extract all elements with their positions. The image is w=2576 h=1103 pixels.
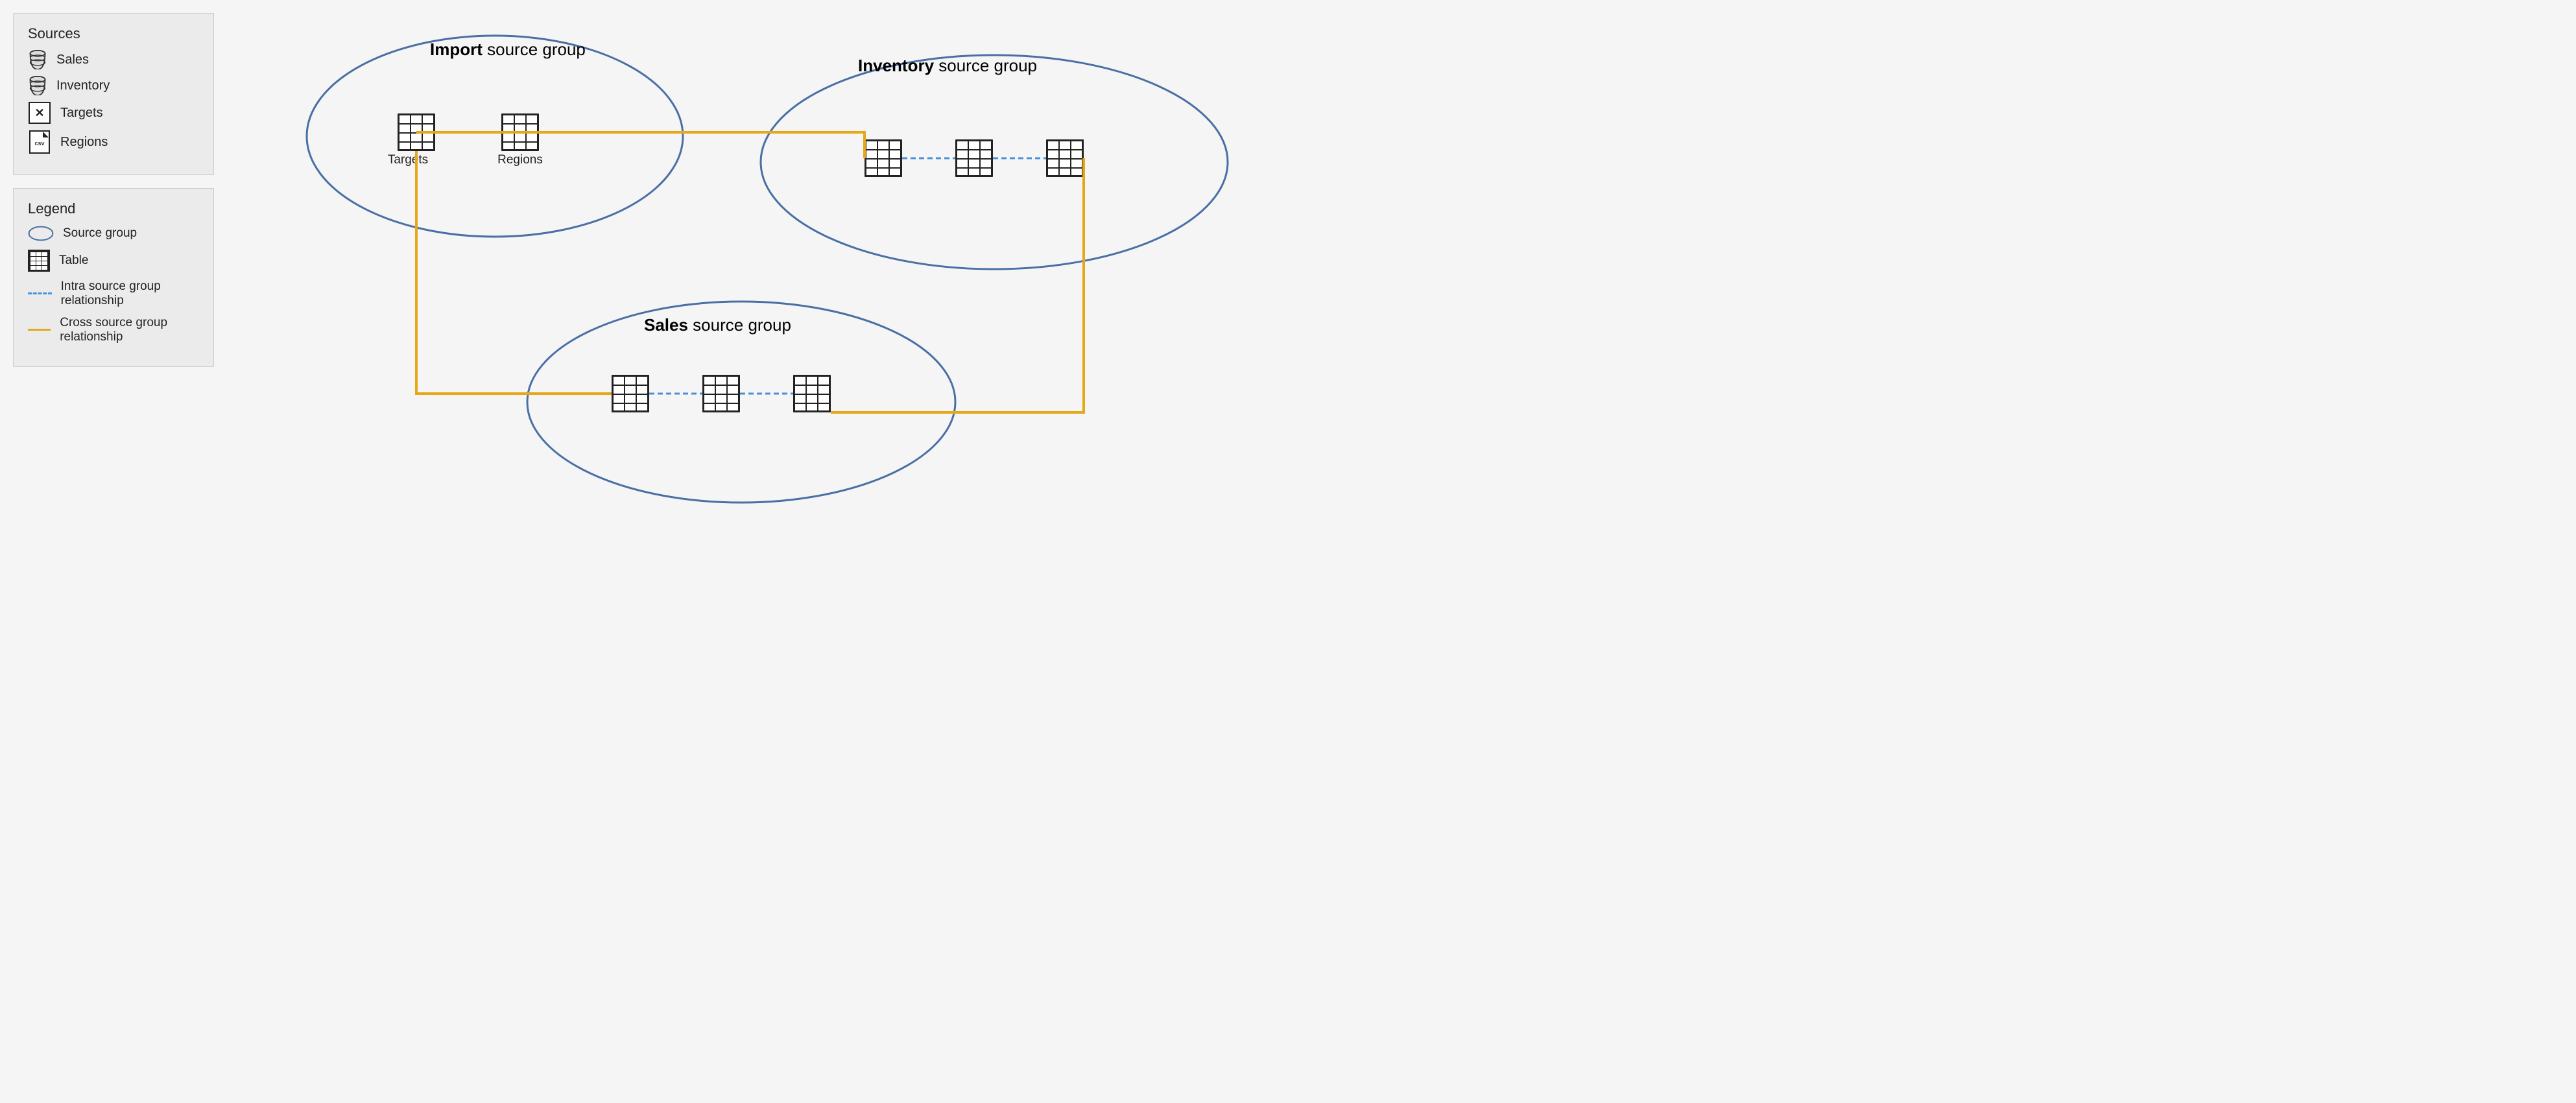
legend-title: Legend: [28, 200, 199, 217]
legend-item-table: Table: [28, 250, 199, 272]
cross-line-right-vertical: [831, 158, 1084, 412]
sources-box: Sources Sales: [13, 13, 214, 175]
sales-t5-table: [702, 375, 740, 412]
legend-item-source-group: Source group: [28, 225, 199, 242]
legend-ellipse-icon: [28, 225, 54, 242]
cross-line-import-to-inventory: [539, 132, 865, 158]
legend-label-cross: Cross source group relationship: [60, 316, 199, 344]
source-item-regions: csv Regions: [28, 130, 199, 154]
import-group-ellipse: [307, 36, 683, 237]
excel-icon-targets: ✕: [28, 102, 51, 124]
legend-label-intra: Intra source group relationship: [61, 279, 199, 308]
inventory-t3-table: [1046, 139, 1084, 177]
import-regions-label: Regions: [497, 153, 543, 167]
left-panel: Sources Sales: [13, 13, 214, 367]
source-label-targets: Targets: [60, 106, 103, 121]
sources-title: Sources: [28, 25, 199, 42]
source-item-targets: ✕ Targets: [28, 102, 199, 124]
source-label-inventory: Inventory: [56, 78, 110, 93]
source-item-inventory: Inventory: [28, 76, 199, 95]
import-group-label: Import source group: [430, 40, 586, 59]
database-icon-inventory: [28, 76, 47, 95]
legend-item-cross: Cross source group relationship: [28, 316, 199, 344]
database-icon-sales: [28, 50, 47, 69]
import-targets-label: Targets: [388, 153, 428, 167]
legend-item-intra: Intra source group relationship: [28, 279, 199, 308]
source-item-sales: Sales: [28, 50, 199, 69]
inventory-t2-table: [955, 139, 993, 177]
diagram-area: Import source group Inventory source gro…: [233, 13, 1275, 538]
inventory-group-label: Inventory source group: [858, 56, 1037, 75]
legend-table-icon: [28, 250, 50, 272]
csv-icon-regions: csv: [28, 130, 51, 154]
legend-label-table: Table: [59, 254, 88, 268]
legend-label-source-group: Source group: [63, 226, 137, 241]
source-label-sales: Sales: [56, 53, 89, 67]
source-label-regions: Regions: [60, 135, 108, 150]
intra-line-icon: [28, 292, 52, 295]
inventory-t1-table: [865, 139, 902, 177]
sales-t4-table: [612, 375, 649, 412]
sales-t6-table: [793, 375, 831, 412]
diagram-svg: Import source group Inventory source gro…: [233, 13, 1275, 538]
cross-line-icon: [28, 329, 51, 331]
legend-box: Legend Source group Table Intra source g…: [13, 188, 214, 367]
cross-line-left-vertical: [416, 151, 612, 394]
inventory-group-ellipse: [761, 55, 1228, 269]
sales-group-label: Sales source group: [644, 315, 791, 335]
